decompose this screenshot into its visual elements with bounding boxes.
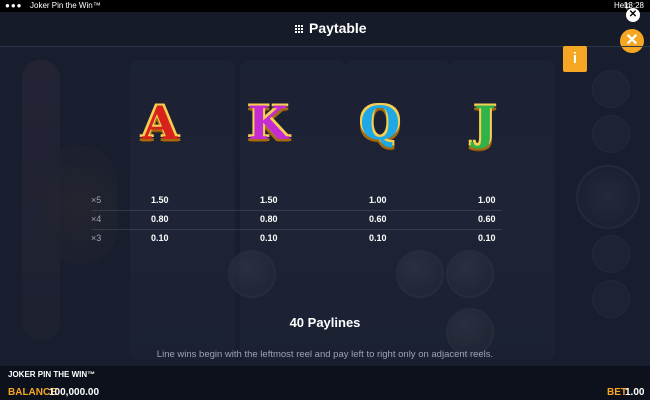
payout-value: 0.60 <box>369 214 387 224</box>
payout-value: 0.10 <box>369 233 387 243</box>
tab-title: Joker Pin the Win™ <box>30 1 101 10</box>
line-win-rule: Line wins begin with the leftmost reel a… <box>156 349 494 360</box>
symbol-j: J <box>474 96 496 150</box>
status-bar: ●●● Joker Pin the Win™ Help 13:28 <box>0 0 650 12</box>
game-name: JOKER PIN THE WIN™ <box>8 370 96 379</box>
payout-row-x3: ×3 0.10 0.10 0.10 0.10 <box>0 233 650 249</box>
symbol-k: K <box>248 96 288 150</box>
payout-value: 0.80 <box>260 214 278 224</box>
row-divider <box>92 229 502 230</box>
payout-value: 0.60 <box>478 214 496 224</box>
payout-value: 0.10 <box>260 233 278 243</box>
balance-value: 100,000.00 <box>49 387 100 398</box>
menu-dots[interactable]: ●●● <box>5 0 23 12</box>
payout-value: 0.10 <box>151 233 169 243</box>
payout-row-x5: ×5 1.50 1.50 1.00 1.00 <box>0 195 650 211</box>
payout-row-x4: ×4 0.80 0.80 0.60 0.60 <box>0 214 650 230</box>
bet-value: 1.00 <box>625 387 645 398</box>
symbol-q: Q <box>359 96 401 150</box>
payout-value: 1.50 <box>260 195 278 205</box>
payout-value: 1.50 <box>151 195 169 205</box>
window-close-icon[interactable]: ✕ <box>626 8 640 22</box>
payout-value: 1.00 <box>369 195 387 205</box>
payout-value: 1.00 <box>478 195 496 205</box>
row-divider <box>92 210 502 211</box>
menu-grid-icon <box>294 24 303 33</box>
multiplier-label: ×5 <box>91 195 102 205</box>
close-paytable-button[interactable]: ✕ <box>620 29 644 53</box>
multiplier-label: ×4 <box>91 214 102 224</box>
paylines-count: 40 Paylines <box>289 315 361 330</box>
payout-value: 0.10 <box>478 233 496 243</box>
payout-value: 0.80 <box>151 214 169 224</box>
multiplier-label: ×3 <box>91 233 102 243</box>
header-divider <box>0 46 650 47</box>
symbol-a: A <box>142 96 178 150</box>
page-title: Paytable <box>309 20 367 36</box>
bet-label: BET <box>607 387 627 398</box>
info-icon[interactable]: i <box>563 46 587 72</box>
paytable-header: Paytable ✕ <box>0 12 650 53</box>
footer-bar: JOKER PIN THE WIN™ BALANCE 100,000.00 BE… <box>0 366 650 400</box>
